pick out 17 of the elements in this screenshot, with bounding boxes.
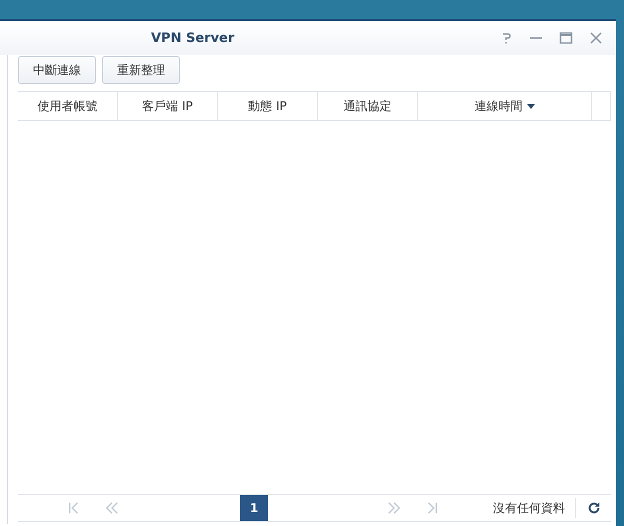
toolbar-button[interactable]: 重新整理 [102,56,180,84]
maximize-icon[interactable] [558,30,574,46]
toolbar-button[interactable]: 中斷連線 [18,56,96,84]
window-title: VPN Server [151,30,236,46]
column-header[interactable]: 連線時間 [474,98,522,114]
bar-chevron-icon [425,501,439,515]
page-button[interactable]: 1 [240,495,268,521]
column-header[interactable]: 使用者帳號 [38,98,98,114]
double-chevron-icon [105,501,119,515]
status-text: 沒有任何資料 [493,500,566,516]
close-icon[interactable] [588,30,604,46]
double-chevron-icon [387,501,401,515]
column-header[interactable]: 客戶端 IP [142,98,193,114]
column-header[interactable]: 動態 IP [248,98,287,114]
bar-chevron-icon [67,501,81,515]
column-header[interactable]: 通訊協定 [344,98,392,114]
refresh-icon [586,501,600,515]
